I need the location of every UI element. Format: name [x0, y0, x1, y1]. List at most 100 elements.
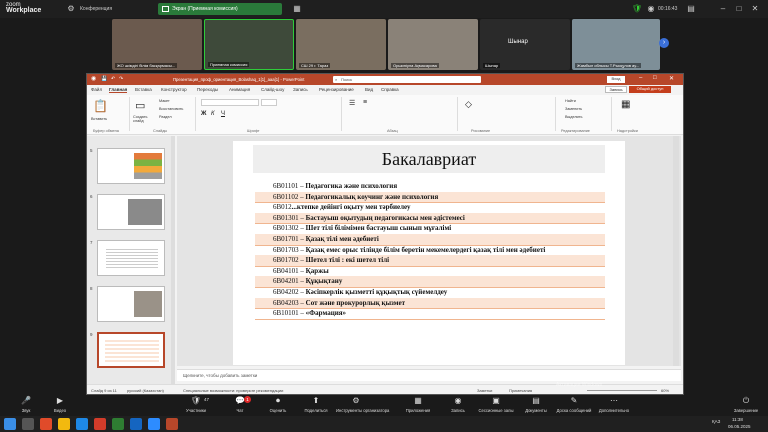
- zoom-control-button[interactable]: ▤ Документы: [516, 396, 556, 413]
- thumbnail-scrollbar[interactable]: [171, 136, 175, 384]
- video-tile[interactable]: ЖО әкімдігі білім басқармасы...: [112, 19, 202, 70]
- zoom-control-button[interactable]: ▶ Видео: [40, 396, 80, 413]
- bold-icon[interactable]: Ж: [201, 111, 206, 117]
- addins-icon[interactable]: ▦: [621, 99, 630, 110]
- notes-button[interactable]: Заметки: [477, 388, 492, 393]
- language-indicator[interactable]: ҚАЗ: [712, 419, 720, 424]
- slide-thumbnail[interactable]: [97, 194, 165, 230]
- video-tile[interactable]: Оршиніула Ақмасарова: [388, 19, 478, 70]
- end-meeting-button[interactable]: ⏻ Завершение: [728, 396, 764, 413]
- minimize-icon[interactable]: –: [639, 75, 642, 81]
- shapes-icon[interactable]: ◇: [465, 99, 472, 110]
- find-button[interactable]: Найти: [565, 99, 576, 103]
- zoom-control-button[interactable]: ◉ Запись: [438, 396, 478, 413]
- reset-button[interactable]: Восстановить: [159, 107, 183, 111]
- slide-canvas[interactable]: Бакалавриат 6B01101 – Педагогика және пс…: [233, 141, 625, 365]
- numbering-icon[interactable]: ≡: [363, 99, 367, 106]
- tab-slideshow[interactable]: Слайд-шоу: [261, 87, 284, 92]
- font-size-select[interactable]: [261, 99, 277, 106]
- slide-thumbnail-active[interactable]: [97, 332, 165, 368]
- slide-scrollbar[interactable]: [673, 136, 679, 366]
- yandex-icon[interactable]: [94, 418, 106, 430]
- program-row: 6B01703 – Қазақ емес орыс тілінде білім …: [255, 245, 605, 256]
- zoom-control-button[interactable]: ▦ Приложения: [398, 396, 438, 413]
- clock-time[interactable]: 11:38: [732, 417, 743, 422]
- settings-icon[interactable]: ⚙: [66, 4, 76, 14]
- close-icon[interactable]: ✕: [669, 75, 674, 82]
- font-name-select[interactable]: [201, 99, 259, 106]
- app-icon[interactable]: [112, 418, 124, 430]
- grid-icon[interactable]: ▦: [292, 4, 302, 14]
- tab-insert[interactable]: Вставка: [135, 87, 152, 92]
- folder-icon[interactable]: [58, 418, 70, 430]
- section-button[interactable]: Раздел: [159, 115, 172, 119]
- comments-button[interactable]: Примечания: [509, 388, 532, 393]
- zoom-control-button[interactable]: 💬 Чат: [220, 396, 260, 413]
- slide-thumbnail[interactable]: [97, 286, 165, 322]
- video-tile[interactable]: Шынар Шынар: [480, 19, 570, 70]
- zoom-control-button[interactable]: ⋯ Дополнительно: [594, 396, 634, 413]
- bullets-icon[interactable]: ☰: [349, 99, 355, 107]
- view-icon[interactable]: ▤: [686, 4, 696, 14]
- undo-icon[interactable]: ↶: [111, 76, 115, 82]
- screen-share-pill[interactable]: Экран (Приемная комиссия): [158, 3, 282, 15]
- close-icon[interactable]: ✕: [750, 4, 760, 14]
- tab-animations[interactable]: Анимация: [229, 87, 250, 92]
- minimize-icon[interactable]: –: [718, 4, 728, 14]
- redo-icon[interactable]: ↷: [119, 76, 123, 82]
- thumbnail-photo: [128, 199, 162, 225]
- maximize-icon[interactable]: □: [734, 4, 744, 14]
- tab-file[interactable]: Файл: [91, 87, 102, 92]
- group-slides: Слайды: [153, 129, 168, 133]
- new-slide-icon[interactable]: ▭: [135, 99, 145, 112]
- new-slide-button[interactable]: Создать слайд: [133, 115, 155, 123]
- video-tile[interactable]: СШ 29 г. Тараз: [296, 19, 386, 70]
- clock-date[interactable]: 06.05.2025: [728, 424, 751, 429]
- tab-view[interactable]: Вид: [365, 87, 373, 92]
- program-name: ...ктепке дейінгі оқыту мен тәрбиелеу: [291, 203, 411, 212]
- tab-help[interactable]: Справка: [381, 87, 399, 92]
- tab-review[interactable]: Рецензирование: [319, 87, 354, 92]
- save-icon[interactable]: 💾: [101, 76, 107, 82]
- italic-icon[interactable]: К: [211, 111, 215, 117]
- slide-thumbnail[interactable]: [97, 148, 165, 184]
- accessibility-status[interactable]: Специальные возможности: проверьте реком…: [183, 388, 283, 393]
- app-icon[interactable]: [40, 418, 52, 430]
- slide-thumbnail[interactable]: [97, 240, 165, 276]
- zoom-level[interactable]: 60%: [661, 388, 669, 393]
- paste-button[interactable]: Вставить: [91, 117, 107, 121]
- select-button[interactable]: Выделить: [565, 115, 583, 119]
- video-tile-active[interactable]: Приемная комиссия: [204, 19, 294, 70]
- tab-record[interactable]: Запись: [293, 87, 308, 92]
- zoom-control-button[interactable]: ⏺ Оценить: [258, 396, 298, 413]
- zoom-control-button[interactable]: ⚙ Инструменты организатора: [336, 396, 389, 413]
- language-status[interactable]: русский (Казахстан): [127, 388, 164, 393]
- maximize-icon[interactable]: □: [653, 75, 657, 81]
- word-icon[interactable]: [130, 418, 142, 430]
- video-tile[interactable]: Жамбыл облысы Т.Рысқұлов ау...: [572, 19, 660, 70]
- share-button[interactable]: Общий доступ: [629, 86, 671, 93]
- zoom-control-button[interactable]: ▣ Сессионные залы: [476, 396, 516, 413]
- browser-icon[interactable]: [76, 418, 88, 430]
- tab-home[interactable]: Главная: [109, 87, 128, 93]
- notes-pane[interactable]: Щелкните, чтобы добавить заметки: [177, 369, 681, 381]
- start-icon[interactable]: [4, 418, 16, 430]
- slide-title[interactable]: Бакалавриат: [253, 149, 605, 170]
- layout-button[interactable]: Макет: [159, 99, 170, 103]
- login-button[interactable]: Вход: [607, 76, 625, 83]
- replace-button[interactable]: Заменить: [565, 107, 582, 111]
- underline-icon[interactable]: Ч: [221, 111, 225, 117]
- zoom-control-button[interactable]: ✎ Доска сообщений: [554, 396, 594, 413]
- search-icon[interactable]: [22, 418, 34, 430]
- paste-icon[interactable]: 📋: [93, 99, 108, 113]
- zoom-app-icon[interactable]: [148, 418, 160, 430]
- zoom-control-button[interactable]: ⬆ Поделиться: [296, 396, 336, 413]
- next-page-arrow-icon[interactable]: ›: [659, 38, 669, 48]
- tab-design[interactable]: Конструктор: [161, 87, 187, 92]
- powerpoint-icon[interactable]: [166, 418, 178, 430]
- search-input[interactable]: ⌕ Поиск: [333, 76, 481, 83]
- zoom-slider[interactable]: [587, 390, 657, 391]
- zoom-control-button[interactable]: 🛡 Участники: [176, 396, 216, 413]
- tab-transitions[interactable]: Переходы: [197, 87, 218, 92]
- record-button[interactable]: Запись: [605, 86, 627, 93]
